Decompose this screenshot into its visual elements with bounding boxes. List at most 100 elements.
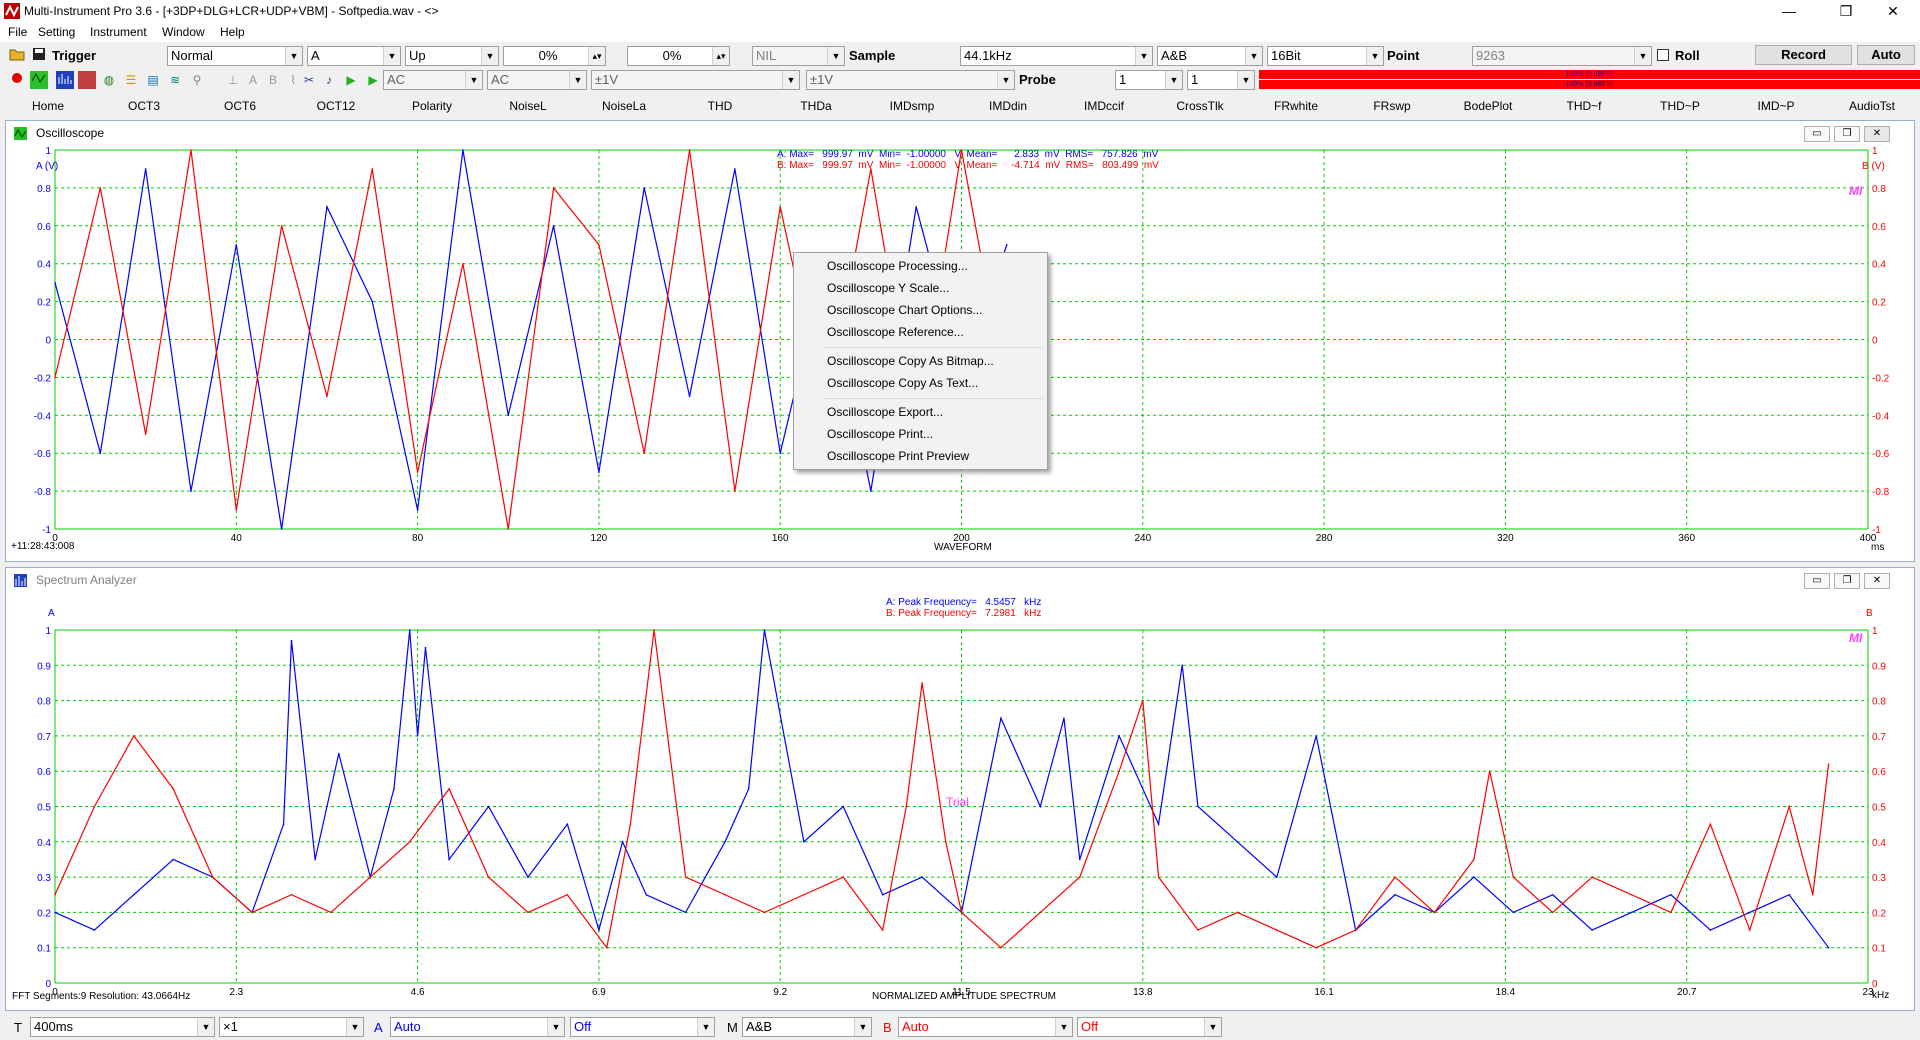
ctx-reference[interactable]: Oscilloscope Reference... [827,322,1042,342]
ctx-chart-options[interactable]: Oscilloscope Chart Options... [827,300,1042,320]
data-point-b [1118,770,1120,772]
spectrum-icon[interactable] [56,71,74,89]
data-point-b [1709,823,1712,825]
oscilloscope-icon[interactable] [30,71,48,89]
minimize-button[interactable]: — [1766,0,1812,22]
tab-frwhite[interactable]: FRwhite [1248,96,1344,116]
points-select[interactable]: 9263 ▼ [1472,46,1652,66]
play-icon[interactable]: ▶ [342,71,360,89]
coupling-a-select[interactable]: AC ▼ [383,70,483,90]
tab-oct12[interactable]: OCT12 [288,96,384,116]
data-point-b [190,149,192,151]
menu-setting[interactable]: Setting [38,25,75,39]
timebase-select[interactable]: 400ms ▼ [30,1017,215,1037]
data-logger-icon[interactable]: ≋ [166,71,184,89]
roll-checkbox[interactable] [1657,49,1669,61]
auto-button[interactable]: Auto [1857,45,1915,65]
data-point-a [1118,735,1120,737]
chevron-down-icon: ▼ [1237,71,1254,89]
trigger-level-spinner[interactable]: 0% ▴▾ [503,46,606,66]
ctx-export[interactable]: Oscilloscope Export... [827,402,1042,422]
y-tick-label-left: 0.2 [37,908,51,919]
tab-noisel[interactable]: NoiseL [480,96,576,116]
record-dot-icon[interactable] [8,71,26,89]
maximize-button[interactable]: ❐ [1823,0,1869,22]
nil-select[interactable]: NIL ▼ [752,46,845,66]
tab-imdccif[interactable]: IMDccif [1056,96,1152,116]
tab-oct6[interactable]: OCT6 [192,96,288,116]
speaker-icon[interactable]: ♪ [320,71,338,89]
data-point-a [763,629,766,631]
trigger-edge-select[interactable]: Up ▼ [405,46,499,66]
chevron-down-icon: ▼ [1634,47,1651,65]
trigger-channel-select[interactable]: A ▼ [307,46,401,66]
record-button[interactable]: Record [1755,45,1852,65]
b-offset-select[interactable]: Off ▼ [1077,1017,1222,1037]
channel-b-icon[interactable]: B [264,71,282,89]
data-point-a [1078,858,1081,861]
ctx-y-scale[interactable]: Oscilloscope Y Scale... [827,278,1042,298]
dds-icon[interactable]: ☰ [122,71,140,89]
save-icon[interactable] [30,47,48,65]
a-scale-select[interactable]: Auto ▼ [390,1017,565,1037]
tab-thd-f[interactable]: THD~f [1536,96,1632,116]
a-offset-select[interactable]: Off ▼ [570,1017,715,1037]
open-folder-icon[interactable] [8,47,26,65]
channel-a-icon[interactable]: A [244,71,262,89]
y-tick-label-left: 0.8 [37,184,51,195]
close-button[interactable]: ✕ [1870,0,1916,22]
multimeter-icon[interactable]: ◍ [100,71,118,89]
menu-file[interactable]: File [8,25,27,39]
ctx-print[interactable]: Oscilloscope Print... [827,424,1042,444]
trigger-mode-select[interactable]: Normal ▼ [167,46,303,66]
trigger-delay-spinner[interactable]: 0% ▴▾ [627,46,730,66]
tab-thd[interactable]: THD [672,96,768,116]
tab-oct3[interactable]: OCT3 [96,96,192,116]
tab-thd-p[interactable]: THD~P [1632,96,1728,116]
tab-thda[interactable]: THDa [768,96,864,116]
menu-instrument[interactable]: Instrument [90,25,147,39]
ctx-copy-text[interactable]: Oscilloscope Copy As Text... [827,373,1042,393]
tab-crosstlk[interactable]: CrossTlk [1152,96,1248,116]
menu-help[interactable]: Help [220,25,245,39]
x-tick-label: 240 [1134,533,1151,544]
data-point-b [507,528,510,530]
ctx-copy-bitmap[interactable]: Oscilloscope Copy As Bitmap... [827,351,1042,371]
spinner-icon[interactable]: ▴▾ [712,47,729,65]
x-zoom-select[interactable]: ×1 ▼ [219,1017,364,1037]
spinner-icon[interactable]: ▴▾ [588,47,605,65]
oscilloscope-context-menu: Oscilloscope Processing... Oscilloscope … [793,252,1048,470]
ctx-processing[interactable]: Oscilloscope Processing... [827,256,1042,276]
b-scale-select[interactable]: Auto ▼ [898,1017,1073,1037]
menu-window[interactable]: Window [162,25,205,39]
bit-depth-select[interactable]: 16Bit ▼ [1267,46,1384,66]
title-bar: Multi-Instrument Pro 3.6 - [+3DP+DLG+LCR… [0,0,1920,22]
spectrogram-icon[interactable] [78,71,96,89]
cursor-icon[interactable]: ⊥ [224,71,242,89]
spectrum-chart[interactable]: 0 2.3 4.6 6.9 9.2 11.5 13.8 16.1 18.4 20.7 231 10.9… [6,568,1914,1010]
ctx-print-preview[interactable]: Oscilloscope Print Preview [827,446,1042,466]
tab-noisela[interactable]: NoiseLa [576,96,672,116]
y-tick-label-right: 0.5 [1872,803,1886,814]
sweep-icon[interactable]: ▤ [144,71,162,89]
probe-a-select[interactable]: 1 ▼ [1115,70,1183,90]
lock-icon[interactable]: ⚲ [188,71,206,89]
tab-imdsmp[interactable]: IMDsmp [864,96,960,116]
tab-audiotst[interactable]: AudioTst [1824,96,1920,116]
channels-select[interactable]: A&B ▼ [1157,46,1263,66]
tab-polarity[interactable]: Polarity [384,96,480,116]
tab-frswp[interactable]: FRswp [1344,96,1440,116]
coupling-b-select[interactable]: AC ▼ [487,70,587,90]
sample-rate-select[interactable]: 44.1kHz ▼ [960,46,1153,66]
tab-home[interactable]: Home [0,96,96,116]
tab-imddin[interactable]: IMDdin [960,96,1056,116]
data-point-b [326,395,328,398]
tab-bodeplot[interactable]: BodePlot [1440,96,1536,116]
m-select[interactable]: A&B ▼ [742,1017,872,1037]
range-b-select[interactable]: ±1V ▼ [806,70,1015,90]
range-a-select[interactable]: ±1V ▼ [591,70,800,90]
probe-b-select[interactable]: 1 ▼ [1187,70,1255,90]
play-step-icon[interactable]: ▶ [364,71,382,89]
tab-imd-p[interactable]: IMD~P [1728,96,1824,116]
tools-icon[interactable]: ✂ [300,71,318,89]
